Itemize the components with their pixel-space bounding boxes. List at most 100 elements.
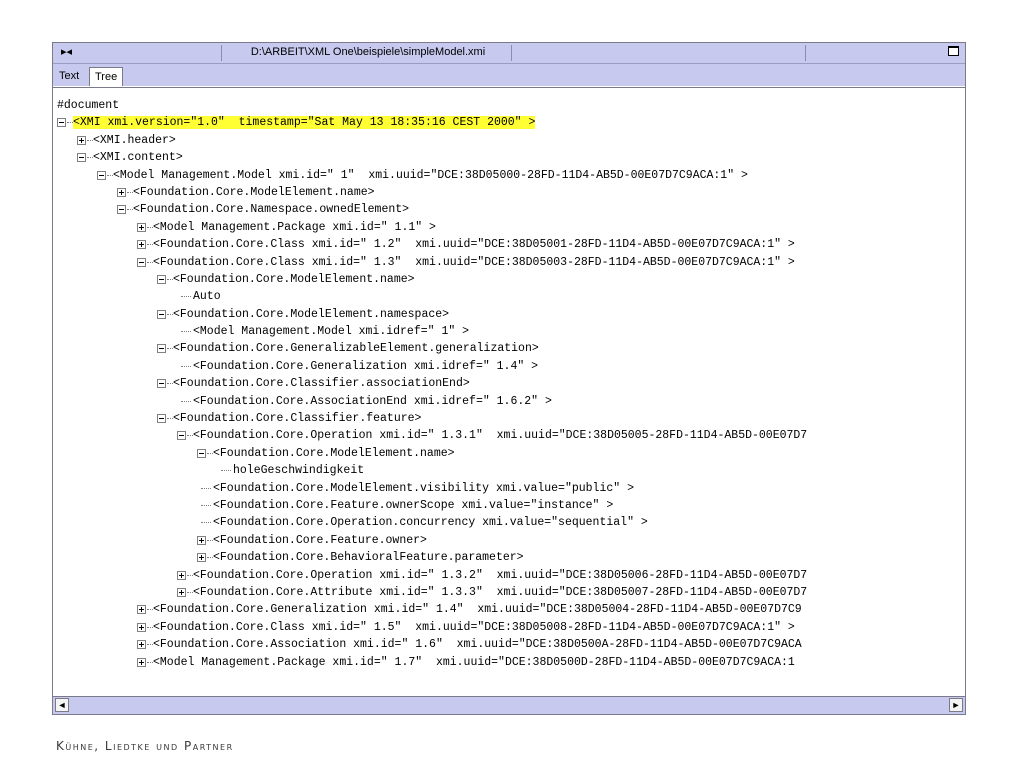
window-title: D:\ARBEIT\XML One\beispiele\simpleModel.…: [250, 46, 486, 58]
title-bar: ▸◂ D:\ARBEIT\XML One\beispiele\simpleMod…: [53, 43, 965, 64]
tree-node-label: <Model Management.Model xmi.id=" 1" xmi.…: [113, 168, 748, 182]
collapse-icon[interactable]: [197, 448, 206, 458]
tree-node[interactable]: <Foundation.Core.Namespace.ownedElement>: [57, 201, 965, 218]
tree-node[interactable]: <Model Management.Model xmi.id=" 1" xmi.…: [57, 167, 965, 184]
tree-node-label: <Foundation.Core.Class xmi.id=" 1.3" xmi…: [153, 255, 795, 269]
tree-node[interactable]: <Foundation.Core.Classifier.feature>: [57, 410, 965, 427]
horizontal-scrollbar[interactable]: ◄ ►: [53, 696, 965, 714]
tree-node[interactable]: <Model Management.Model xmi.idref=" 1" >: [57, 323, 965, 340]
tree-connector: [181, 296, 191, 298]
collapse-icon[interactable]: [157, 344, 166, 354]
tree-node-label: Auto: [193, 290, 221, 304]
maximize-icon[interactable]: [948, 46, 959, 56]
expand-icon[interactable]: [137, 605, 146, 615]
tree-node[interactable]: <Foundation.Core.Association xmi.id=" 1.…: [57, 636, 965, 653]
tree-node[interactable]: <Foundation.Core.Operation xmi.id=" 1.3.…: [57, 427, 965, 444]
tree-connector: [201, 504, 211, 507]
tree-node[interactable]: <Foundation.Core.Feature.owner>: [57, 532, 965, 549]
tree-node-label: <Foundation.Core.BehavioralFeature.param…: [213, 551, 524, 565]
tree-node[interactable]: <XMI.header>: [57, 132, 965, 149]
tree-node-label: <Foundation.Core.Generalization xmi.id="…: [153, 603, 802, 617]
expand-icon[interactable]: [77, 135, 86, 145]
tree-node-label: <Foundation.Core.Operation xmi.id=" 1.3.…: [193, 568, 808, 582]
tree-node-label: <Foundation.Core.ModelElement.name>: [213, 446, 455, 460]
tree-node[interactable]: <Foundation.Core.Class xmi.id=" 1.5" xmi…: [57, 619, 965, 636]
tree-node-label: <XMI xmi.version="1.0" timestamp="Sat Ma…: [73, 116, 536, 130]
tree-node[interactable]: <Foundation.Core.BehavioralFeature.param…: [57, 549, 965, 566]
expand-icon[interactable]: [137, 222, 146, 232]
collapse-icon[interactable]: [137, 257, 146, 267]
tree-node[interactable]: <Foundation.Core.AssociationEnd xmi.idre…: [57, 393, 965, 410]
tree-connector: [181, 365, 191, 368]
collapse-icon[interactable]: [157, 379, 166, 389]
tree-connector: [181, 400, 191, 403]
tree-connector: [201, 522, 211, 524]
tree-node[interactable]: <XMI xmi.version="1.0" timestamp="Sat Ma…: [57, 114, 965, 131]
tree-node-label: <Foundation.Core.Feature.ownerScope xmi.…: [213, 498, 614, 512]
tree-node[interactable]: <Foundation.Core.Classifier.associationE…: [57, 375, 965, 392]
collapse-icon[interactable]: [97, 170, 106, 180]
tree-node-label: <Foundation.Core.Operation xmi.id=" 1.3.…: [193, 429, 808, 443]
tree-node[interactable]: <Model Management.Package xmi.id=" 1.1" …: [57, 219, 965, 236]
tree-node[interactable]: <Foundation.Core.GeneralizableElement.ge…: [57, 340, 965, 357]
tree-node-label: <Model Management.Package xmi.id=" 1.1" …: [153, 220, 436, 234]
tree-node-label: <Foundation.Core.Association xmi.id=" 1.…: [153, 638, 802, 652]
tree-root[interactable]: #document: [57, 97, 965, 114]
tree-node[interactable]: <Foundation.Core.ModelElement.name>: [57, 445, 965, 462]
tree-node[interactable]: <Foundation.Core.Generalization xmi.idre…: [57, 358, 965, 375]
window-menu-icon[interactable]: ▸◂: [61, 45, 72, 58]
expand-icon[interactable]: [137, 640, 146, 650]
tree-node[interactable]: <Foundation.Core.ModelElement.name>: [57, 184, 965, 201]
tree-node[interactable]: <Foundation.Core.ModelElement.namespace>: [57, 306, 965, 323]
tab-tree[interactable]: Tree: [89, 67, 124, 86]
tree-node[interactable]: <XMI.content>: [57, 149, 965, 166]
collapse-icon[interactable]: [157, 309, 166, 319]
tree-node[interactable]: <Foundation.Core.Class xmi.id=" 1.2" xmi…: [57, 236, 965, 253]
expand-icon[interactable]: [117, 187, 126, 197]
title-separator: [805, 45, 806, 61]
tree-connector: [201, 487, 211, 490]
tree-node-label: <Foundation.Core.Classifier.feature>: [173, 412, 422, 426]
tree-node[interactable]: <Model Management.Package xmi.id=" 1.7" …: [57, 654, 965, 671]
tree-node[interactable]: <Foundation.Core.Generalization xmi.id="…: [57, 601, 965, 618]
tree-node-label: <Foundation.Core.GeneralizableElement.ge…: [173, 342, 539, 356]
tree-node-label: <Model Management.Package xmi.id=" 1.7" …: [153, 655, 795, 669]
tree-node[interactable]: holeGeschwindigkeit: [57, 462, 965, 479]
tree-node[interactable]: <Foundation.Core.Operation.concurrency x…: [57, 514, 965, 531]
collapse-icon[interactable]: [157, 274, 166, 284]
expand-icon[interactable]: [137, 657, 146, 667]
tree-node-label: <Foundation.Core.Class xmi.id=" 1.5" xmi…: [153, 620, 795, 634]
expand-icon[interactable]: [177, 570, 186, 580]
scroll-left-arrow-icon[interactable]: ◄: [55, 698, 69, 712]
expand-icon[interactable]: [197, 553, 206, 563]
collapse-icon[interactable]: [57, 118, 66, 128]
expand-icon[interactable]: [197, 535, 206, 545]
tree-node-label: <Foundation.Core.Feature.owner>: [213, 533, 427, 547]
tree-node[interactable]: <Foundation.Core.ModelElement.visibility…: [57, 480, 965, 497]
collapse-icon[interactable]: [157, 414, 166, 424]
tree-node-label: <Foundation.Core.AssociationEnd xmi.idre…: [193, 394, 552, 408]
tree-node-label: <Foundation.Core.Class xmi.id=" 1.2" xmi…: [153, 238, 795, 252]
tree-node[interactable]: <Foundation.Core.ModelElement.name>: [57, 271, 965, 288]
tab-text[interactable]: Text: [55, 67, 83, 86]
collapse-icon[interactable]: [77, 153, 86, 163]
tree-node-label: <Foundation.Core.Attribute xmi.id=" 1.3.…: [193, 585, 808, 599]
title-separator: [221, 45, 222, 61]
expand-icon[interactable]: [177, 587, 186, 597]
tree-node[interactable]: <Foundation.Core.Operation xmi.id=" 1.3.…: [57, 567, 965, 584]
collapse-icon[interactable]: [177, 431, 186, 441]
expand-icon[interactable]: [137, 240, 146, 250]
scroll-right-arrow-icon[interactable]: ►: [949, 698, 963, 712]
tree-node[interactable]: <Foundation.Core.Class xmi.id=" 1.3" xmi…: [57, 254, 965, 271]
tree-connector: [181, 331, 191, 333]
tree-node-label: <Foundation.Core.ModelElement.name>: [173, 272, 415, 286]
tree-node[interactable]: <Foundation.Core.Feature.ownerScope xmi.…: [57, 497, 965, 514]
xml-viewer-window: ▸◂ D:\ARBEIT\XML One\beispiele\simpleMod…: [52, 42, 966, 715]
tree-node[interactable]: Auto: [57, 288, 965, 305]
tree-node[interactable]: <Foundation.Core.Attribute xmi.id=" 1.3.…: [57, 584, 965, 601]
collapse-icon[interactable]: [117, 205, 126, 215]
title-separator: [511, 45, 512, 61]
tree-node-label: <XMI.header>: [93, 133, 176, 147]
tree-node-label: <Foundation.Core.Generalization xmi.idre…: [193, 359, 539, 373]
expand-icon[interactable]: [137, 622, 146, 632]
